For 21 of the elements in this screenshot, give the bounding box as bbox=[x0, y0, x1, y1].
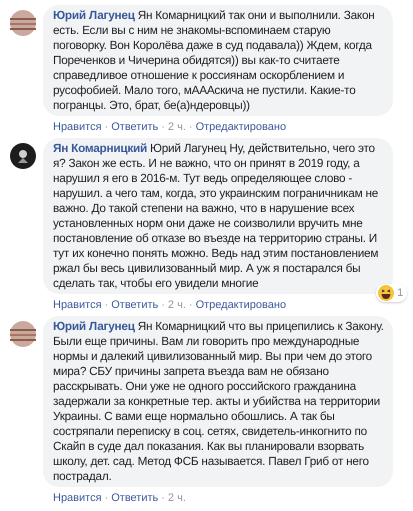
like-link[interactable]: Нравится bbox=[53, 491, 102, 505]
edited-link[interactable]: Отредактировано bbox=[196, 120, 286, 134]
avatar-icon[interactable] bbox=[10, 143, 36, 169]
separator-dot: · bbox=[161, 120, 165, 134]
like-link[interactable]: Нравится bbox=[53, 120, 102, 134]
comment-text: Ян Комарницкий Юрий Лагунец Ну, действительно, чего это я? Закон же есть. И не важно, что он принят в 2019 году, а нарушил я его в 2016-м. Тут ведь определяющее слово - нарушил. а чего там, когда, это украинским пограничникам не важно. До такой степени на важно, что в нарушение всех установленных норм они даже не соизволили вручить мне постановление об отказе во въезде на территорию страны. И тут их конечно понять можно. Ведь над этим постановлением ржал бы весь цивилизованный мир. А уж я постарался бы сделать так, чтобы его увидели многие bbox=[53, 141, 378, 290]
comment-text: Юрий Лагунец Ян Комарницкий что вы прицепились к Закону. Были еще причины. Вам ли говорить про международные нормы и далекий цивилизованный мир. Вы при чем до этого мира? СБУ причины запрета въезда вам не обязано расскрывать. Они уже не одного российского гражданина задержали за конкретные тер. акты и убийства на территории Украины. С вами еще нормально обошлись. А так бы состряпали переписку в соц. сетях, свидетель-инкогнито по Скайп в суде дал показания. Как вы планировали взорвать школу, дет. сад. Метод ФСБ называется. Павел Гриб от него пострадал. bbox=[53, 319, 384, 483]
separator-dot: · bbox=[161, 298, 165, 312]
like-link[interactable]: Нравится bbox=[53, 298, 102, 312]
reply-link[interactable]: Ответить bbox=[111, 120, 158, 134]
separator-dot: · bbox=[104, 120, 108, 134]
separator-dot: · bbox=[188, 120, 193, 134]
reply-link[interactable]: Ответить bbox=[111, 491, 158, 505]
comment-text: Юрий Лагунец Ян Комарницкий так они и выполнили. Закон есть. Если вы с ним не знакомы-вспоминаем старую поговорку. Вон Королёва даже в суд подавала)) Ждем, когда Пореченков и Чичерина обидятся)) вы как-то считаете справедливое отношение к россиянам оскорблением и русофобией. Мало того, мАААскича не пустили. Какие-то погранцы. Это, брат, бе(а)ндеровцы)) bbox=[53, 8, 375, 112]
edited-link[interactable]: Отредактировано bbox=[196, 298, 286, 312]
separator-dot: · bbox=[188, 298, 193, 312]
separator-dot: · bbox=[161, 491, 165, 505]
separator-dot: · bbox=[104, 491, 108, 505]
separator-dot: · bbox=[104, 298, 108, 312]
reply-link[interactable]: Ответить bbox=[111, 298, 158, 312]
laughing-emoji-icon bbox=[378, 285, 394, 301]
